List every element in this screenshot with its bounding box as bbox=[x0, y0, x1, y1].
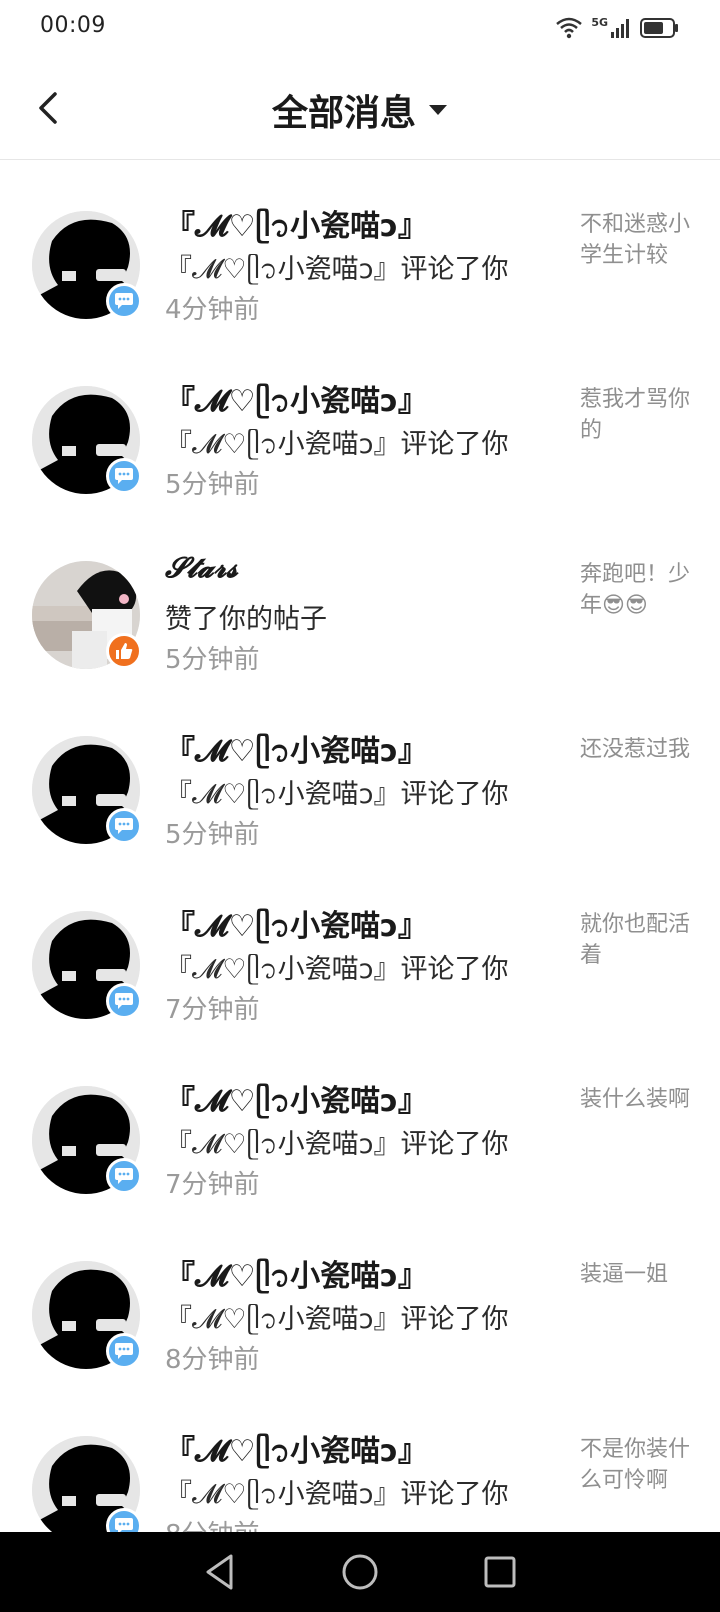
message-time: 4分钟前 bbox=[165, 295, 260, 325]
header: 全部消息 bbox=[0, 56, 720, 160]
nav-recents-button[interactable] bbox=[477, 1549, 523, 1595]
message-time: 7分钟前 bbox=[165, 995, 260, 1025]
message-time: 5分钟前 bbox=[165, 645, 260, 675]
message-time: 8分钟前 bbox=[165, 1514, 260, 1532]
back-triangle-icon bbox=[206, 1554, 233, 1590]
comment-preview: 惹我才骂你的 bbox=[580, 387, 691, 443]
message-row[interactable]: 『𝓜♡ᥫ᭡小瓷喵ↄ』 『𝓜♡ᥫ᭡小瓷喵ↄ』评论了你 5分钟前 惹我才骂你的 bbox=[0, 336, 720, 511]
comment-preview: 装什么装啊 bbox=[580, 1087, 691, 1112]
comment-icon bbox=[106, 808, 142, 844]
wifi-icon bbox=[556, 17, 583, 39]
status-time: 00:09 bbox=[40, 13, 106, 38]
avatar[interactable] bbox=[32, 386, 142, 494]
avatar[interactable] bbox=[32, 1436, 142, 1532]
message-row[interactable]: 『𝓜♡ᥫ᭡小瓷喵ↄ』 『𝓜♡ᥫ᭡小瓷喵ↄ』评论了你 4分钟前 不和迷惑小学生计较 bbox=[0, 161, 720, 336]
sender-name: 𝓢𝓽𝓪𝓻𝓼 bbox=[165, 551, 238, 584]
battery-icon bbox=[640, 18, 678, 38]
message-row[interactable]: 『𝓜♡ᥫ᭡小瓷喵ↄ』 『𝓜♡ᥫ᭡小瓷喵ↄ』评论了你 7分钟前 就你也配活着 bbox=[0, 861, 720, 1036]
comment-icon bbox=[106, 1508, 142, 1532]
message-time: 7分钟前 bbox=[165, 1170, 260, 1200]
comment-icon bbox=[106, 983, 142, 1019]
comment-icon bbox=[106, 1333, 142, 1369]
message-time: 8分钟前 bbox=[165, 1345, 260, 1375]
signal-icon bbox=[611, 19, 629, 38]
comment-icon bbox=[106, 458, 142, 494]
comment-icon bbox=[106, 283, 142, 319]
comment-icon bbox=[106, 1158, 142, 1194]
comment-preview: 不和迷惑小学生计较 bbox=[580, 212, 691, 268]
comment-preview: 不是你装什么可怜啊 bbox=[580, 1437, 691, 1493]
recents-square-icon bbox=[484, 1556, 516, 1588]
avatar[interactable] bbox=[32, 561, 142, 669]
message-row[interactable]: 『𝓜♡ᥫ᭡小瓷喵ↄ』『𝓜♡ᥫ᭡小瓷喵ↄ』评论了你8分钟前不是你装什么可怜啊 bbox=[0, 1386, 720, 1532]
caret-down-icon bbox=[428, 104, 448, 116]
page-title: 全部消息 bbox=[271, 93, 416, 134]
avatar[interactable] bbox=[32, 736, 142, 844]
nav-back-button[interactable] bbox=[197, 1549, 243, 1595]
message-row[interactable]: 𝓢𝓽𝓪𝓻𝓼 赞了你的帖子 5分钟前 奔跑吧！少年😎😎 bbox=[0, 511, 720, 686]
message-row[interactable]: 『𝓜♡ᥫ᭡小瓷喵ↄ』 『𝓜♡ᥫ᭡小瓷喵ↄ』评论了你 7分钟前 装什么装啊 bbox=[0, 1036, 720, 1211]
home-circle-icon bbox=[342, 1554, 378, 1590]
avatar[interactable] bbox=[32, 211, 142, 319]
nav-home-button[interactable] bbox=[337, 1549, 383, 1595]
message-row[interactable]: 『𝓜♡ᥫ᭡小瓷喵ↄ』 『𝓜♡ᥫ᭡小瓷喵ↄ』评论了你 5分钟前 还没惹过我 bbox=[0, 686, 720, 861]
status-bar: 00:09 5G bbox=[0, 0, 720, 56]
comment-preview: 还没惹过我 bbox=[580, 737, 691, 762]
thumbs-up-icon bbox=[106, 633, 142, 669]
message-time: 5分钟前 bbox=[165, 820, 260, 850]
avatar[interactable] bbox=[32, 1086, 142, 1194]
status-icons: 5G bbox=[555, 13, 680, 43]
comment-preview: 奔跑吧！少年😎😎 bbox=[580, 562, 691, 618]
message-row[interactable]: 『𝓜♡ᥫ᭡小瓷喵ↄ』 『𝓜♡ᥫ᭡小瓷喵ↄ』评论了你 8分钟前 装逼一姐 bbox=[0, 1211, 720, 1386]
title-dropdown[interactable]: 全部消息 bbox=[0, 84, 720, 136]
comment-preview: 装逼一姐 bbox=[580, 1262, 669, 1287]
message-action: 赞了你的帖子 bbox=[165, 604, 327, 635]
comment-preview: 就你也配活着 bbox=[580, 912, 691, 968]
message-time: 5分钟前 bbox=[165, 470, 260, 500]
avatar[interactable] bbox=[32, 1261, 142, 1369]
avatar[interactable] bbox=[32, 911, 142, 1019]
system-nav-bar bbox=[0, 1532, 720, 1612]
network-type-label: 5G bbox=[591, 15, 608, 29]
message-list[interactable]: 『𝓜♡ᥫ᭡小瓷喵ↄ』 『𝓜♡ᥫ᭡小瓷喵ↄ』评论了你 4分钟前 不和迷惑小学生计较 『𝓜♡… bbox=[0, 161, 720, 1532]
